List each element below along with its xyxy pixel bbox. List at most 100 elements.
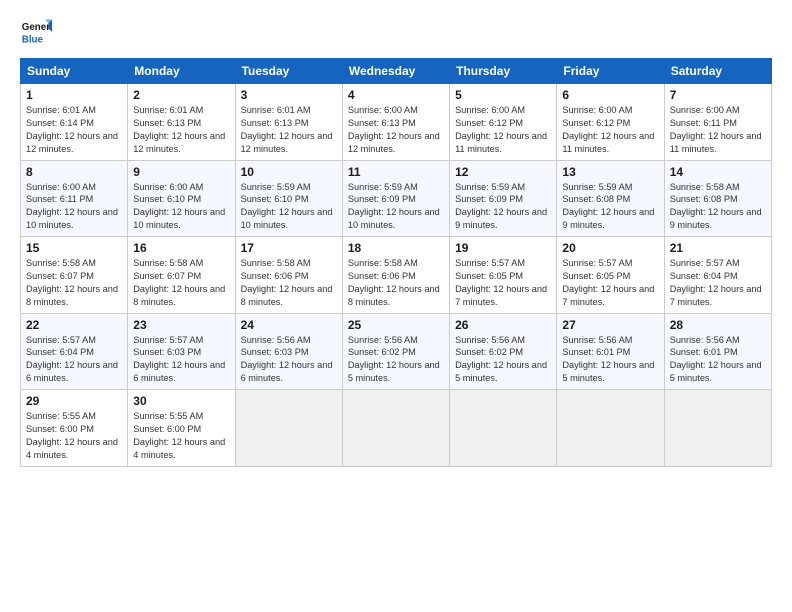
day-number: 21	[670, 241, 766, 255]
day-header-tuesday: Tuesday	[235, 59, 342, 84]
day-number: 3	[241, 88, 337, 102]
day-number: 24	[241, 318, 337, 332]
logo: General Blue	[20, 16, 52, 48]
calendar-cell: 9Sunrise: 6:00 AM Sunset: 6:10 PM Daylig…	[128, 160, 235, 237]
calendar-cell: 4Sunrise: 6:00 AM Sunset: 6:13 PM Daylig…	[342, 84, 449, 161]
calendar-cell: 24 Sunrise: 5:56 AM Sunset: 6:03 PM Dayli…	[235, 313, 342, 390]
calendar-cell: 14 Sunrise: 5:58 AM Sunset: 6:08 PM Dayli…	[664, 160, 771, 237]
day-header-saturday: Saturday	[664, 59, 771, 84]
svg-text:General: General	[22, 22, 52, 33]
day-info: Sunrise: 5:55 AM Sunset: 6:00 PM Dayligh…	[133, 410, 229, 462]
day-number: 28	[670, 318, 766, 332]
day-info: Sunrise: 5:58 AM Sunset: 6:08 PM Dayligh…	[670, 181, 766, 233]
calendar-cell	[342, 390, 449, 467]
day-info: Sunrise: 6:00 AM Sunset: 6:13 PM Dayligh…	[348, 104, 444, 156]
day-header-wednesday: Wednesday	[342, 59, 449, 84]
calendar-cell: 10 Sunrise: 5:59 AM Sunset: 6:10 PM Dayli…	[235, 160, 342, 237]
day-header-sunday: Sunday	[21, 59, 128, 84]
calendar-cell: 5Sunrise: 6:00 AM Sunset: 6:12 PM Daylig…	[450, 84, 557, 161]
calendar-week-row: 22 Sunrise: 5:57 AM Sunset: 6:04 PM Dayli…	[21, 313, 772, 390]
generalblue-logo-icon: General Blue	[20, 16, 52, 48]
day-info: Sunrise: 5:59 AM Sunset: 6:09 PM Dayligh…	[348, 181, 444, 233]
day-info: Sunrise: 5:56 AM Sunset: 6:01 PM Dayligh…	[562, 334, 658, 386]
calendar-cell: 18Sunrise: 5:58 AM Sunset: 6:06 PM Dayli…	[342, 237, 449, 314]
calendar-cell: 13Sunrise: 5:59 AM Sunset: 6:08 PM Dayli…	[557, 160, 664, 237]
calendar-week-row: 29 Sunrise: 5:55 AM Sunset: 6:00 PM Dayli…	[21, 390, 772, 467]
day-number: 11	[348, 165, 444, 179]
calendar-table: SundayMondayTuesdayWednesdayThursdayFrid…	[20, 58, 772, 467]
day-info: Sunrise: 5:59 AM Sunset: 6:09 PM Dayligh…	[455, 181, 551, 233]
day-number: 15	[26, 241, 122, 255]
calendar-cell: 16 Sunrise: 5:58 AM Sunset: 6:07 PM Dayli…	[128, 237, 235, 314]
calendar-cell: 21 Sunrise: 5:57 AM Sunset: 6:04 PM Dayli…	[664, 237, 771, 314]
day-number: 30	[133, 394, 229, 408]
calendar-cell: 23Sunrise: 5:57 AM Sunset: 6:03 PM Dayli…	[128, 313, 235, 390]
day-number: 14	[670, 165, 766, 179]
day-number: 19	[455, 241, 551, 255]
calendar-cell: 8 Sunrise: 6:00 AM Sunset: 6:11 PM Daylig…	[21, 160, 128, 237]
calendar-cell: 22 Sunrise: 5:57 AM Sunset: 6:04 PM Dayli…	[21, 313, 128, 390]
calendar-cell: 11 Sunrise: 5:59 AM Sunset: 6:09 PM Dayli…	[342, 160, 449, 237]
day-number: 17	[241, 241, 337, 255]
day-number: 7	[670, 88, 766, 102]
calendar-cell: 15 Sunrise: 5:58 AM Sunset: 6:07 PM Dayli…	[21, 237, 128, 314]
day-info: Sunrise: 6:00 AM Sunset: 6:12 PM Dayligh…	[455, 104, 551, 156]
day-info: Sunrise: 5:58 AM Sunset: 6:07 PM Dayligh…	[133, 257, 229, 309]
calendar-cell: 25Sunrise: 5:56 AM Sunset: 6:02 PM Dayli…	[342, 313, 449, 390]
day-info: Sunrise: 5:55 AM Sunset: 6:00 PM Dayligh…	[26, 410, 122, 462]
calendar-cell: 7Sunrise: 6:00 AM Sunset: 6:11 PM Daylig…	[664, 84, 771, 161]
day-info: Sunrise: 5:56 AM Sunset: 6:01 PM Dayligh…	[670, 334, 766, 386]
calendar-week-row: 15 Sunrise: 5:58 AM Sunset: 6:07 PM Dayli…	[21, 237, 772, 314]
day-info: Sunrise: 5:58 AM Sunset: 6:06 PM Dayligh…	[241, 257, 337, 309]
day-info: Sunrise: 6:01 AM Sunset: 6:14 PM Dayligh…	[26, 104, 122, 156]
day-number: 20	[562, 241, 658, 255]
calendar-cell: 26 Sunrise: 5:56 AM Sunset: 6:02 PM Dayli…	[450, 313, 557, 390]
day-number: 8	[26, 165, 122, 179]
calendar-week-row: 1 Sunrise: 6:01 AM Sunset: 6:14 PM Daylig…	[21, 84, 772, 161]
day-number: 10	[241, 165, 337, 179]
day-number: 2	[133, 88, 229, 102]
day-number: 16	[133, 241, 229, 255]
day-header-friday: Friday	[557, 59, 664, 84]
day-number: 1	[26, 88, 122, 102]
svg-text:Blue: Blue	[22, 35, 44, 46]
calendar-cell: 28 Sunrise: 5:56 AM Sunset: 6:01 PM Dayli…	[664, 313, 771, 390]
day-info: Sunrise: 6:00 AM Sunset: 6:11 PM Dayligh…	[26, 181, 122, 233]
day-info: Sunrise: 5:59 AM Sunset: 6:10 PM Dayligh…	[241, 181, 337, 233]
calendar-cell: 6 Sunrise: 6:00 AM Sunset: 6:12 PM Daylig…	[557, 84, 664, 161]
calendar-cell	[450, 390, 557, 467]
calendar-cell: 2 Sunrise: 6:01 AM Sunset: 6:13 PM Daylig…	[128, 84, 235, 161]
calendar-cell	[664, 390, 771, 467]
day-info: Sunrise: 5:57 AM Sunset: 6:04 PM Dayligh…	[26, 334, 122, 386]
day-number: 27	[562, 318, 658, 332]
day-header-monday: Monday	[128, 59, 235, 84]
calendar-header-row: SundayMondayTuesdayWednesdayThursdayFrid…	[21, 59, 772, 84]
day-number: 23	[133, 318, 229, 332]
day-info: Sunrise: 5:56 AM Sunset: 6:02 PM Dayligh…	[455, 334, 551, 386]
calendar-cell: 30 Sunrise: 5:55 AM Sunset: 6:00 PM Dayli…	[128, 390, 235, 467]
day-info: Sunrise: 5:56 AM Sunset: 6:03 PM Dayligh…	[241, 334, 337, 386]
day-info: Sunrise: 5:58 AM Sunset: 6:07 PM Dayligh…	[26, 257, 122, 309]
calendar-week-row: 8 Sunrise: 6:00 AM Sunset: 6:11 PM Daylig…	[21, 160, 772, 237]
day-header-thursday: Thursday	[450, 59, 557, 84]
day-number: 26	[455, 318, 551, 332]
calendar-cell: 19Sunrise: 5:57 AM Sunset: 6:05 PM Dayli…	[450, 237, 557, 314]
day-info: Sunrise: 6:00 AM Sunset: 6:12 PM Dayligh…	[562, 104, 658, 156]
calendar-cell: 29 Sunrise: 5:55 AM Sunset: 6:00 PM Dayli…	[21, 390, 128, 467]
calendar-cell: 27 Sunrise: 5:56 AM Sunset: 6:01 PM Dayli…	[557, 313, 664, 390]
day-info: Sunrise: 6:01 AM Sunset: 6:13 PM Dayligh…	[241, 104, 337, 156]
day-number: 25	[348, 318, 444, 332]
day-number: 22	[26, 318, 122, 332]
calendar-cell: 1 Sunrise: 6:01 AM Sunset: 6:14 PM Daylig…	[21, 84, 128, 161]
calendar-body: 1 Sunrise: 6:01 AM Sunset: 6:14 PM Daylig…	[21, 84, 772, 467]
day-number: 13	[562, 165, 658, 179]
day-info: Sunrise: 5:57 AM Sunset: 6:04 PM Dayligh…	[670, 257, 766, 309]
day-number: 29	[26, 394, 122, 408]
day-info: Sunrise: 6:01 AM Sunset: 6:13 PM Dayligh…	[133, 104, 229, 156]
day-number: 9	[133, 165, 229, 179]
calendar-cell: 12Sunrise: 5:59 AM Sunset: 6:09 PM Dayli…	[450, 160, 557, 237]
calendar-cell	[557, 390, 664, 467]
calendar-cell: 20Sunrise: 5:57 AM Sunset: 6:05 PM Dayli…	[557, 237, 664, 314]
calendar-cell	[235, 390, 342, 467]
day-number: 6	[562, 88, 658, 102]
